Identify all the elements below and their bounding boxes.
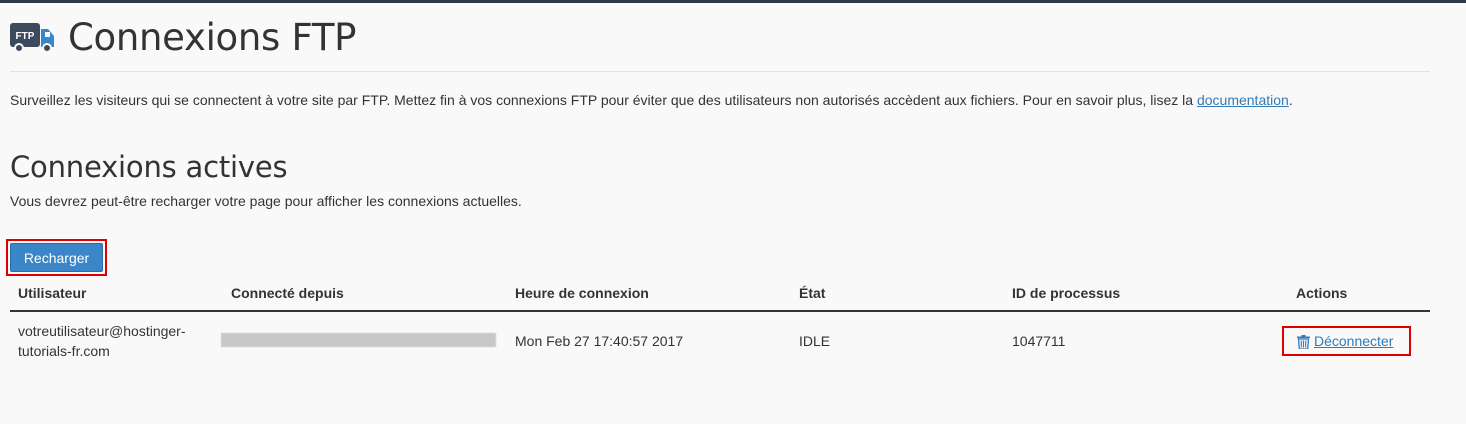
disconnect-label: Déconnecter: [1314, 332, 1394, 349]
divider: [10, 71, 1430, 72]
section-hint: Vous devrez peut-être recharger votre pa…: [10, 193, 522, 209]
column-header-state: État: [791, 276, 1004, 312]
page-title: Connexions FTP: [68, 15, 357, 59]
reload-highlight: Recharger: [6, 239, 107, 276]
connections-table: Utilisateur Connecté depuis Heure de con…: [10, 276, 1430, 369]
column-header-actions: Actions: [1288, 276, 1430, 312]
reload-button[interactable]: Recharger: [10, 243, 103, 272]
documentation-link[interactable]: documentation: [1197, 92, 1289, 108]
column-header-connected-from: Connecté depuis: [223, 276, 507, 312]
column-header-pid: ID de processus: [1004, 276, 1288, 312]
cell-login-time: Mon Feb 27 17:40:57 2017: [515, 332, 684, 349]
redacted-ip: [221, 333, 496, 347]
page-header: FTP Connexions FTP: [10, 14, 356, 60]
ftp-truck-icon: FTP: [10, 17, 58, 57]
svg-text:FTP: FTP: [16, 31, 35, 42]
section-title: Connexions actives: [10, 150, 288, 184]
table-header-row: Utilisateur Connecté depuis Heure de con…: [10, 276, 1430, 312]
top-bar: [0, 0, 1466, 3]
cell-user: votreutilisateur@hostinger-tutorials-fr.…: [18, 322, 186, 359]
cell-state: IDLE: [799, 332, 831, 349]
intro-body: Surveillez les visiteurs qui se connecte…: [10, 92, 1197, 108]
cell-actions: Déconnecter: [1282, 311, 1430, 369]
intro-text: Surveillez les visiteurs qui se connecte…: [10, 92, 1293, 108]
column-header-login-time: Heure de connexion: [507, 276, 791, 312]
table-row: votreutilisateur@hostinger-tutorials-fr.…: [10, 311, 1430, 369]
cell-connected-from: [221, 311, 507, 369]
trash-icon: [1297, 334, 1310, 350]
column-header-user: Utilisateur: [10, 276, 223, 312]
cell-pid: 1047711: [1012, 332, 1066, 349]
disconnect-link[interactable]: Déconnecter: [1282, 325, 1412, 356]
intro-suffix: .: [1288, 92, 1293, 108]
